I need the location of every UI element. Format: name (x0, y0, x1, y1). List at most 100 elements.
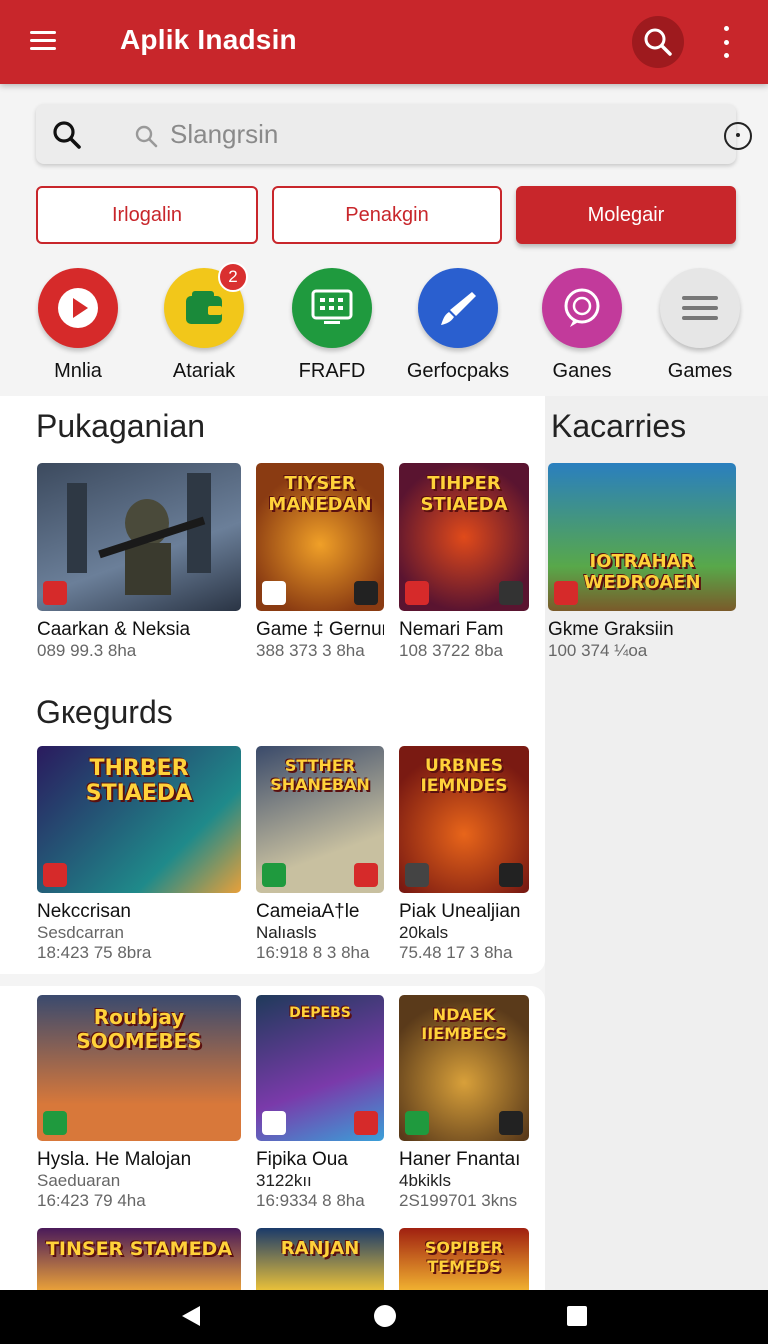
game-thumbnail: IOTRAHAR WEDROAEN (548, 463, 736, 611)
game-subtitle: 20kals (399, 923, 449, 942)
app-title: Aplik Inadsin (120, 24, 297, 55)
wallet-icon (186, 291, 222, 324)
game-art-title: DEPEBS (289, 1005, 351, 1021)
soldier-figure (67, 473, 211, 595)
store-badge-icon (262, 581, 286, 605)
game-card[interactable]: RANJAN (256, 1228, 384, 1290)
category-icon-circle (38, 268, 118, 348)
game-thumbnail: Roubjay SOOMEBES (37, 995, 241, 1141)
game-art-title: THRBER STIAEDA (85, 756, 193, 806)
chip-3-selected[interactable]: Molegair (516, 186, 736, 244)
game-card[interactable]: SOPIBER TEMEDS (399, 1228, 529, 1290)
category-frafd[interactable]: FRAFD (272, 268, 392, 383)
search-bar (36, 104, 752, 164)
store-badge-icon (43, 1111, 67, 1135)
game-subtitle: Saeduaran (37, 1171, 121, 1190)
chip-2[interactable]: Penakgin (272, 186, 502, 244)
game-thumbnail: DEPEBS (256, 995, 384, 1141)
section-title-left: Pukaganian (36, 408, 206, 444)
app-bar: Aplik Inadsin (0, 0, 768, 84)
store-badge-icon (262, 863, 286, 887)
chat-bubble-icon (564, 288, 600, 327)
category-label: Ganes (552, 360, 612, 382)
store-badge-icon (405, 581, 429, 605)
category-gerfocpaks[interactable]: Gerfocpaks (398, 268, 518, 383)
game-name: Nekccrisan (37, 901, 131, 922)
home-icon[interactable] (373, 1304, 397, 1328)
game-thumbnail: THRBER STIAEDA (37, 746, 241, 893)
category-label: Games (667, 360, 733, 382)
category-ganes[interactable]: Ganes (522, 268, 642, 383)
game-name: Gkme Graksiin (548, 619, 674, 640)
game-stats: 388 373 3 8ha (256, 641, 365, 660)
game-name: Piak Unealjian (399, 901, 521, 922)
game-art-title: NDAEK IIEMBECS (421, 1005, 507, 1043)
category-mnlia[interactable]: Mnlia (18, 268, 138, 383)
game-art-title: URBNES IEMNDES (420, 756, 508, 796)
game-stats: 2S199701 3kns (399, 1191, 518, 1210)
back-icon[interactable] (180, 1304, 202, 1328)
hamburger-menu-icon[interactable] (30, 26, 70, 58)
store-badge-icon (43, 581, 67, 605)
studio-badge-icon (499, 1111, 523, 1135)
game-subtitle: 4bkikls (399, 1171, 451, 1190)
game-card[interactable]: DEPEBS Fipika Oua 3122kıı 16:9334 8 8ha (256, 995, 384, 1211)
studio-badge-icon (499, 863, 523, 887)
category-games[interactable]: Games (640, 268, 760, 383)
search-button[interactable] (632, 16, 684, 68)
game-subtitle: 3122kıı (256, 1171, 312, 1190)
game-name: Fipika Oua (256, 1149, 348, 1170)
game-art-title: SOPIBER TEMEDS (424, 1238, 504, 1276)
game-card[interactable]: TINSER STAMEDA (37, 1228, 241, 1290)
game-art-title: TINSER STAMEDA (45, 1238, 233, 1260)
game-card[interactable]: Roubjay SOOMEBES Hysla. He Malojan Saedu… (37, 995, 241, 1211)
system-navigation-bar (0, 1290, 768, 1344)
game-name: Caarkan & Neksia (37, 619, 191, 640)
game-art-title: TIYSER MANEDAN (268, 473, 372, 515)
more-options-icon[interactable] (716, 26, 736, 58)
voice-search-icon[interactable] (724, 122, 752, 150)
game-name: Nemari Fam (399, 619, 504, 640)
game-stats: 108 3722 8ba (399, 641, 503, 660)
game-card[interactable]: THRBER STIAEDA Nekccrisan Sesdcarran 18:… (37, 746, 241, 963)
game-card[interactable]: Caarkan & Neksia 089 99.3 8ha (37, 463, 241, 661)
game-thumbnail (37, 463, 241, 611)
recents-icon[interactable] (566, 1304, 588, 1328)
game-stats: 16:9334 8 8ha (256, 1191, 365, 1210)
play-icon (58, 288, 98, 328)
game-art-title: Roubjay SOOMEBES (76, 1005, 202, 1053)
section-title-mid: Gкegurds (36, 694, 173, 730)
store-badge-icon (405, 863, 429, 887)
chip-1[interactable]: Irlogalin (36, 186, 258, 244)
category-label: FRAFD (298, 360, 366, 382)
game-thumbnail: TINSER STAMEDA (37, 1228, 241, 1290)
category-icon-circle: 2 (164, 262, 248, 348)
studio-badge-icon (354, 863, 378, 887)
game-thumbnail: TIYSER MANEDAN (256, 463, 384, 611)
game-card[interactable]: NDAEK IIEMBECS Haner Fnantaı 4bkikls 2S1… (399, 995, 529, 1211)
game-card[interactable]: STTHER SHANEBAN CameiaA†le Nalıasls 16:9… (256, 746, 384, 963)
category-label: Mnlia (54, 360, 102, 382)
game-subtitle: Sesdcarran (37, 923, 124, 942)
game-card[interactable]: URBNES IEMNDES Piak Unealjian 20kals 75.… (399, 746, 529, 963)
game-card[interactable]: TIYSER MANEDAN Game ‡ Gernur 388 373 3 8… (256, 463, 384, 661)
game-stats: 16:918 8 3 8ha (256, 943, 370, 962)
game-card[interactable]: TIHPER STIAEDA Nemari Fam 108 3722 8ba (399, 463, 529, 661)
game-thumbnail: TIHPER STIAEDA (399, 463, 529, 611)
game-art-title: RANJAN (280, 1238, 360, 1259)
section-title-right: Kacarries (551, 408, 687, 444)
category-label: Atariak (172, 360, 236, 382)
category-icon-circle (292, 268, 372, 348)
studio-badge-icon (354, 581, 378, 605)
game-card[interactable]: IOTRAHAR WEDROAEN Gkme Graksiin 100 374 … (548, 463, 736, 661)
game-stats: 16:423 79 4ha (37, 1191, 146, 1210)
category-atariak[interactable]: 2 Atariak (144, 262, 264, 383)
category-label: Gerfocpaks (406, 360, 510, 382)
game-thumbnail: URBNES IEMNDES (399, 746, 529, 893)
store-badge-icon (405, 1111, 429, 1135)
game-subtitle: Nalıasls (256, 923, 317, 942)
game-stats: 089 99.3 8ha (37, 641, 137, 660)
store-badge-icon (43, 863, 67, 887)
search-input[interactable] (170, 116, 690, 152)
monitor-grid-icon (311, 289, 353, 324)
